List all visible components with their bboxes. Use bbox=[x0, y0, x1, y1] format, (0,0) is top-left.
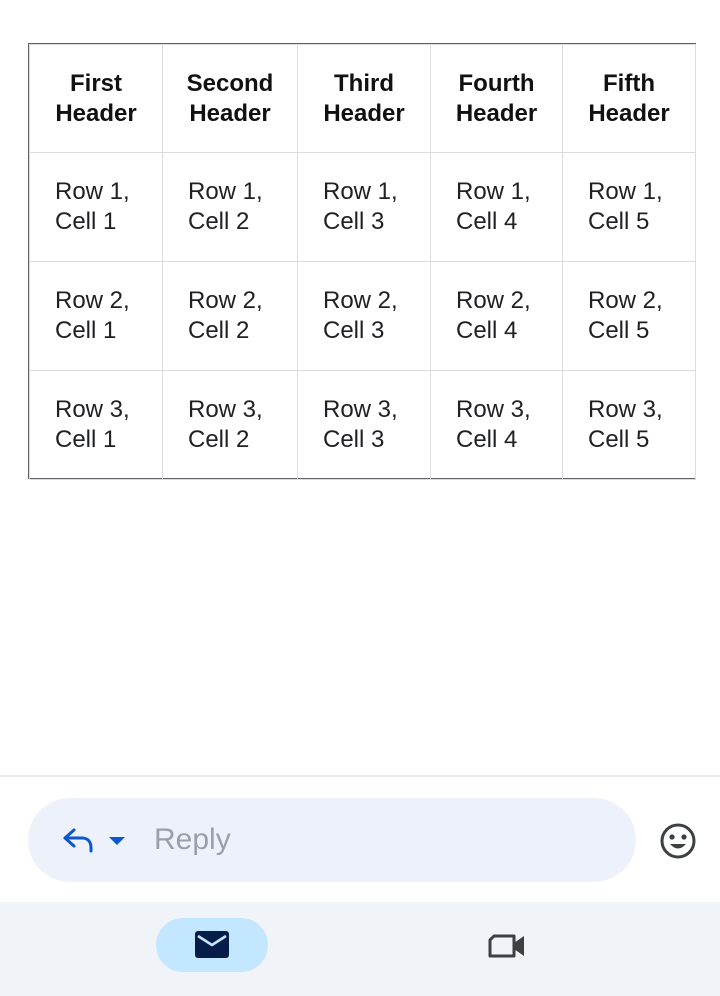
data-table: First Header Second Header Third Header Fou… bbox=[29, 44, 696, 480]
cell-line: Row 3, bbox=[188, 396, 263, 423]
table-header-cell: First Header bbox=[29, 44, 163, 153]
table-header-cell: Fourth Header bbox=[430, 44, 563, 153]
header-line: Second bbox=[186, 69, 274, 97]
cell-line: Row 1, bbox=[588, 178, 663, 205]
cell-line: Row 2, bbox=[456, 287, 531, 314]
table-cell: Row 3, Cell 1 bbox=[29, 370, 163, 480]
header-line: First bbox=[69, 69, 122, 97]
cell-line: Row 3, bbox=[456, 396, 531, 423]
mail-icon bbox=[195, 931, 229, 958]
cell-line: Cell 1 bbox=[55, 208, 117, 235]
reply-input[interactable] bbox=[154, 818, 594, 862]
cell-line: Row 2, bbox=[188, 287, 263, 314]
cell-line: Row 2, bbox=[55, 287, 130, 314]
caret-down-icon[interactable] bbox=[108, 834, 126, 846]
header-line: Fifth bbox=[603, 69, 655, 97]
header-line: Third bbox=[334, 69, 394, 97]
cell-line: Row 1, bbox=[456, 178, 531, 205]
cell-line: Cell 3 bbox=[323, 208, 385, 235]
bottom-navigation bbox=[0, 902, 720, 996]
table-cell: Row 2, Cell 3 bbox=[297, 261, 431, 371]
header-line: Header bbox=[588, 99, 670, 127]
cell-line: Cell 2 bbox=[188, 208, 250, 235]
video-camera-icon[interactable] bbox=[480, 924, 532, 968]
header-line: Fourth bbox=[458, 69, 535, 97]
nav-mail-tab[interactable] bbox=[156, 918, 268, 972]
reply-bar[interactable] bbox=[28, 798, 636, 882]
cell-line: Row 1, bbox=[55, 178, 130, 205]
table-header-cell: Fifth Header bbox=[562, 44, 696, 153]
cell-line: Row 3, bbox=[323, 396, 398, 423]
table-cell: Row 1, Cell 1 bbox=[29, 152, 163, 262]
cell-line: Cell 5 bbox=[588, 208, 650, 235]
table-cell: Row 1, Cell 4 bbox=[430, 152, 563, 262]
table-header-cell: Second Header bbox=[162, 44, 298, 153]
smiley-icon[interactable] bbox=[659, 822, 697, 860]
table-cell: Row 3, Cell 2 bbox=[162, 370, 298, 480]
cell-line: Cell 4 bbox=[456, 426, 518, 453]
table-row: Row 1, Cell 1 Row 1, Cell 2 Row 1, Cell 3 R… bbox=[29, 152, 696, 262]
reply-arrow-icon[interactable] bbox=[60, 822, 96, 858]
header-line: Header bbox=[323, 99, 405, 127]
table-cell: Row 2, Cell 5 bbox=[562, 261, 696, 371]
table-cell: Row 2, Cell 4 bbox=[430, 261, 563, 371]
table-cell: Row 1, Cell 3 bbox=[297, 152, 431, 262]
cell-line: Cell 5 bbox=[588, 426, 650, 453]
cell-line: Cell 1 bbox=[55, 426, 117, 453]
table-cell: Row 1, Cell 5 bbox=[562, 152, 696, 262]
table-row: Row 2, Cell 1 Row 2, Cell 2 Row 2, Cell 3 R… bbox=[29, 261, 696, 371]
cell-line: Cell 2 bbox=[188, 317, 250, 344]
cell-line: Cell 5 bbox=[588, 317, 650, 344]
table-header-row: First Header Second Header Third Header Fou… bbox=[29, 44, 696, 153]
email-view: First Header Second Header Third Header Fou… bbox=[0, 0, 720, 996]
header-line: Header bbox=[189, 99, 271, 127]
cell-line: Row 2, bbox=[323, 287, 398, 314]
cell-line: Cell 4 bbox=[456, 317, 518, 344]
cell-line: Row 1, bbox=[323, 178, 398, 205]
table-cell: Row 2, Cell 2 bbox=[162, 261, 298, 371]
table-cell: Row 3, Cell 3 bbox=[297, 370, 431, 480]
table-cell: Row 2, Cell 1 bbox=[29, 261, 163, 371]
table-cell: Row 1, Cell 2 bbox=[162, 152, 298, 262]
cell-line: Row 2, bbox=[588, 287, 663, 314]
compose-divider bbox=[0, 775, 720, 777]
header-line: Header bbox=[455, 99, 538, 127]
table-header-cell: Third Header bbox=[297, 44, 431, 153]
cell-line: Cell 1 bbox=[55, 317, 117, 344]
table-cell: Row 3, Cell 4 bbox=[430, 370, 563, 480]
cell-line: Row 1, bbox=[188, 178, 263, 205]
cell-line: Cell 3 bbox=[323, 426, 385, 453]
table-cell: Row 3, Cell 5 bbox=[562, 370, 696, 480]
table-row: Row 3, Cell 1 Row 3, Cell 2 Row 3, Cell 3 R… bbox=[29, 370, 696, 480]
header-line: Header bbox=[55, 99, 137, 127]
cell-line: Row 3, bbox=[588, 396, 663, 423]
cell-line: Cell 3 bbox=[323, 317, 385, 344]
cell-line: Cell 2 bbox=[188, 426, 250, 453]
cell-line: Row 3, bbox=[55, 396, 130, 423]
email-table: First Header Second Header Third Header Fou… bbox=[28, 43, 696, 480]
cell-line: Cell 4 bbox=[456, 208, 518, 235]
